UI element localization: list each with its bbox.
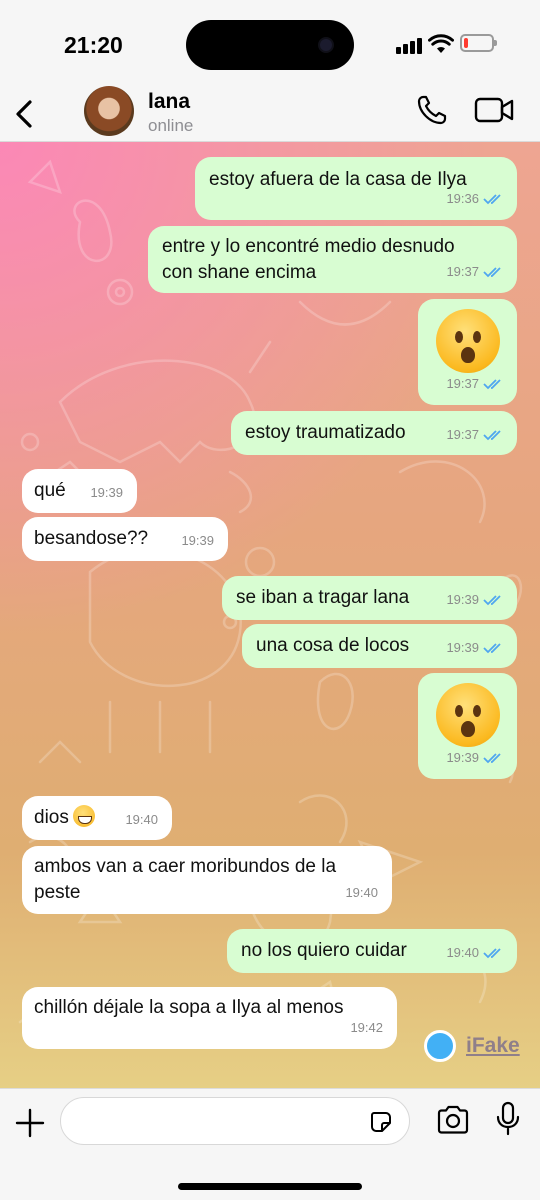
message-text: ambos van a caer moribundos de la peste	[34, 856, 337, 903]
double-check-icon	[483, 948, 501, 959]
chat-area[interactable]: estoy afuera de la casa de Ilya 19:36 en…	[0, 142, 540, 1088]
composer-bar	[0, 1088, 540, 1200]
message-bubble-incoming[interactable]: chillón déjale la sopa a Ilya al menos 1…	[22, 987, 397, 1049]
message-input[interactable]	[60, 1097, 410, 1145]
video-call-icon[interactable]	[474, 96, 514, 124]
message-meta: 19:40	[446, 940, 503, 966]
message-time: 19:37	[446, 264, 479, 279]
microphone-icon[interactable]	[494, 1101, 522, 1137]
ifake-logo-icon	[424, 1030, 456, 1062]
message-meta: 19:37	[446, 422, 503, 448]
status-bar: 21:20	[0, 0, 540, 88]
message-bubble-incoming[interactable]: qué 19:39	[22, 469, 137, 513]
message-time: 19:39	[181, 533, 214, 548]
message-time: 19:37	[446, 427, 479, 442]
double-check-icon	[483, 430, 501, 441]
message-time: 19:36	[446, 191, 479, 206]
sticker-icon[interactable]	[369, 1110, 393, 1134]
message-bubble-outgoing[interactable]: se iban a tragar lana 19:39	[222, 576, 517, 620]
message-time: 19:39	[446, 750, 479, 765]
message-bubble-outgoing[interactable]: entre y lo encontré medio desnudo con sh…	[148, 226, 517, 293]
message-meta: 19:40	[345, 880, 378, 906]
message-meta: 19:36	[446, 186, 503, 212]
contact-status: online	[148, 116, 194, 135]
dynamic-island	[186, 20, 354, 70]
message-meta: 19:39	[181, 528, 214, 554]
message-time: 19:39	[90, 485, 123, 500]
message-bubble-incoming[interactable]: dios 19:40	[22, 796, 172, 840]
double-check-icon	[483, 194, 501, 205]
message-bubble-outgoing-emoji[interactable]: 19:39	[418, 673, 517, 779]
message-time: 19:39	[446, 640, 479, 655]
message-bubble-outgoing-emoji[interactable]: 19:37	[418, 299, 517, 405]
chat-header: lana online	[0, 86, 540, 142]
message-meta: 19:37	[446, 371, 503, 397]
message-bubble-outgoing[interactable]: una cosa de locos 19:39	[242, 624, 517, 668]
home-indicator[interactable]	[178, 1183, 362, 1190]
battery-icon	[460, 34, 497, 52]
message-time: 19:42	[350, 1020, 383, 1035]
cellular-signal-icon	[396, 36, 424, 54]
message-text: chillón déjale la sopa a Ilya al menos	[34, 997, 344, 1018]
camera-lens	[318, 37, 334, 53]
contact-name[interactable]: lana	[148, 90, 190, 114]
message-time: 19:40	[446, 945, 479, 960]
message-time: 19:40	[345, 885, 378, 900]
message-meta: 19:40	[125, 807, 158, 833]
status-time: 21:20	[64, 32, 123, 58]
camera-icon[interactable]	[436, 1105, 470, 1135]
double-check-icon	[483, 267, 501, 278]
frowning-open-mouth-emoji	[435, 309, 500, 373]
message-time: 19:37	[446, 376, 479, 391]
message-time: 19:40	[125, 812, 158, 827]
watermark-label: iFake	[466, 1034, 520, 1057]
message-bubble-outgoing[interactable]: estoy afuera de la casa de Ilya 19:36	[195, 157, 517, 220]
message-meta: 19:39	[446, 635, 503, 661]
message-text: entre y lo encontré medio desnudo con sh…	[162, 236, 455, 283]
double-check-icon	[483, 379, 501, 390]
plus-icon[interactable]	[14, 1107, 46, 1139]
battery-level	[464, 38, 468, 48]
frowning-open-mouth-emoji	[435, 683, 500, 747]
double-check-icon	[483, 643, 501, 654]
message-text-content: dios	[34, 807, 69, 828]
message-meta: 19:42	[350, 1015, 383, 1041]
back-chevron-icon[interactable]	[12, 94, 36, 134]
wifi-icon	[428, 34, 454, 53]
double-check-icon	[483, 753, 501, 764]
message-meta: 19:39	[90, 480, 123, 506]
message-time: 19:39	[446, 592, 479, 607]
message-bubble-incoming[interactable]: besandose?? 19:39	[22, 517, 228, 561]
message-bubble-incoming[interactable]: ambos van a caer moribundos de la peste …	[22, 846, 392, 914]
message-meta: 19:39	[446, 745, 503, 771]
watermark: iFake	[424, 1030, 520, 1062]
grinning-face-emoji	[72, 805, 95, 827]
message-bubble-outgoing[interactable]: no los quiero cuidar 19:40	[227, 929, 517, 973]
message-meta: 19:39	[446, 587, 503, 613]
phone-call-icon[interactable]	[416, 94, 448, 126]
double-check-icon	[483, 595, 501, 606]
contact-avatar[interactable]	[84, 86, 134, 136]
message-meta: 19:37	[446, 259, 503, 285]
message-bubble-outgoing[interactable]: estoy traumatizado 19:37	[231, 411, 517, 455]
